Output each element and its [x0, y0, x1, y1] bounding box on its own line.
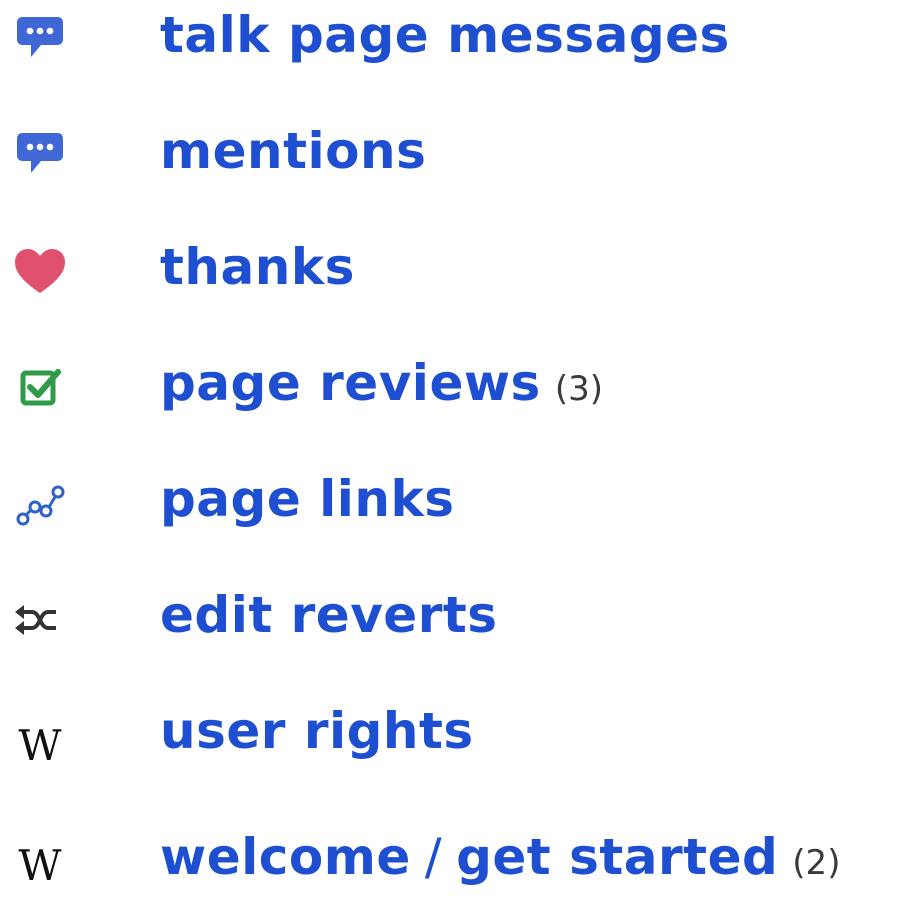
notification-type-label: mentions	[160, 126, 426, 176]
notification-type-label: page links	[160, 474, 455, 524]
list-item-user-rights: W user rights	[0, 696, 905, 786]
mentions-link[interactable]: mentions	[160, 122, 426, 180]
linked-nodes-icon	[8, 472, 72, 536]
welcome-link[interactable]: welcome	[160, 828, 411, 886]
list-item-edit-reverts: edit reverts	[0, 580, 905, 670]
checkbox-icon	[8, 356, 72, 420]
speech-bubble-icon	[8, 4, 72, 68]
notification-type-label: page reviews (3)	[160, 358, 603, 408]
wikipedia-w-icon: W	[8, 714, 72, 778]
notification-type-label: welcome / get started (2)	[160, 832, 840, 882]
wikipedia-w-icon: W	[8, 834, 72, 898]
get-started-link[interactable]: get started	[456, 828, 778, 886]
page-links-link[interactable]: page links	[160, 470, 455, 528]
page-reviews-count: (3)	[554, 369, 603, 409]
heart-icon	[8, 240, 72, 304]
thanks-link[interactable]: thanks	[160, 238, 355, 296]
notification-type-label: user rights	[160, 706, 474, 756]
notification-type-label: edit reverts	[160, 590, 498, 640]
user-rights-link[interactable]: user rights	[160, 702, 474, 760]
label-separator: /	[424, 828, 443, 886]
notification-type-list: talk page messages mentions thanks page …	[0, 0, 905, 903]
shuffle-arrows-icon	[8, 588, 72, 652]
speech-bubble-icon	[8, 120, 72, 184]
list-item-page-links: page links	[0, 464, 905, 554]
list-item-welcome-get-started: W welcome / get started (2)	[0, 812, 905, 902]
notification-type-label: talk page messages	[160, 10, 730, 60]
list-item-talk-page-messages: talk page messages	[0, 0, 905, 90]
page-reviews-link[interactable]: page reviews	[160, 354, 541, 412]
talk-page-messages-link[interactable]: talk page messages	[160, 6, 730, 64]
edit-reverts-link[interactable]: edit reverts	[160, 586, 498, 644]
wikipedia-w-glyph: W	[18, 721, 62, 770]
list-item-thanks: thanks	[0, 232, 905, 322]
list-item-page-reviews: page reviews (3)	[0, 348, 905, 438]
list-item-mentions: mentions	[0, 116, 905, 206]
welcome-get-started-count: (2)	[792, 843, 841, 883]
wikipedia-w-glyph: W	[18, 841, 62, 890]
notification-type-label: thanks	[160, 242, 355, 292]
